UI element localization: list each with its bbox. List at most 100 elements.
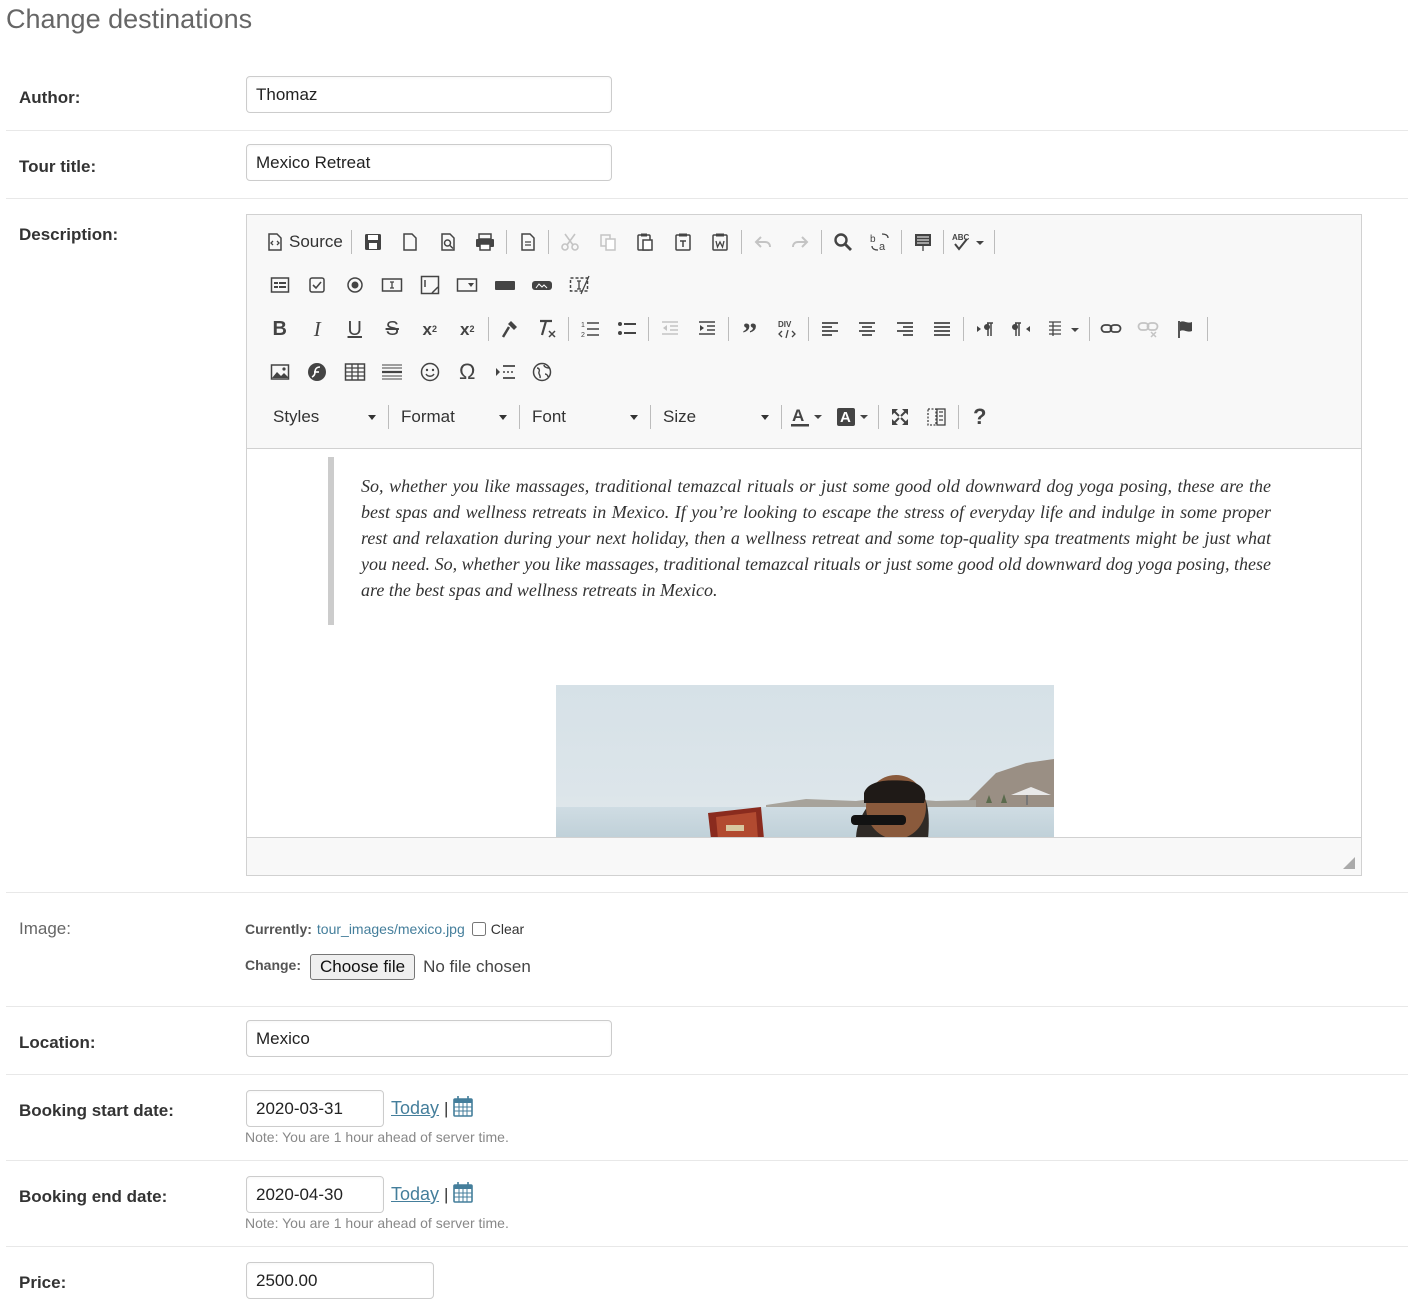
preview-icon[interactable] (429, 227, 467, 257)
styles-dropdown[interactable]: Styles (263, 402, 386, 432)
toolbar-separator (808, 317, 809, 341)
source-icon (268, 233, 282, 251)
size-dropdown[interactable]: Size (653, 402, 779, 432)
special-char-icon[interactable]: Ω (449, 357, 487, 387)
text-field-icon[interactable] (374, 270, 412, 300)
decrease-indent-icon[interactable] (651, 314, 689, 344)
align-left-icon[interactable] (811, 314, 849, 344)
toolbar-separator (958, 405, 959, 429)
text-color-icon[interactable]: A (784, 402, 830, 432)
button-icon[interactable] (486, 270, 524, 300)
booking-start-date-input[interactable] (246, 1090, 384, 1127)
price-input[interactable] (246, 1262, 434, 1299)
templates-icon[interactable] (509, 227, 547, 257)
select-all-icon[interactable] (904, 227, 942, 257)
font-dropdown[interactable]: Font (522, 402, 648, 432)
author-input[interactable] (246, 76, 612, 113)
toolbar-row-1: Source ba ABC (261, 227, 997, 257)
unlink-icon[interactable] (1130, 314, 1168, 344)
select-field-icon[interactable] (449, 270, 487, 300)
help-icon[interactable]: ? (961, 402, 999, 432)
checkbox-icon[interactable] (299, 270, 337, 300)
toolbar-separator (900, 230, 902, 254)
maximize-icon[interactable] (881, 402, 919, 432)
radio-icon[interactable] (336, 270, 374, 300)
clear-checkbox[interactable] (471, 922, 486, 936)
smiley-icon[interactable] (411, 357, 449, 387)
show-blocks-icon[interactable] (919, 402, 957, 432)
find-icon[interactable] (824, 227, 862, 257)
justify-icon[interactable] (924, 314, 962, 344)
toolbar-separator (505, 230, 507, 254)
image-label: Image: (19, 919, 71, 938)
undo-icon[interactable] (744, 227, 782, 257)
italic-icon[interactable]: I (299, 314, 337, 344)
source-label: Source (289, 232, 343, 251)
format-dropdown-label: Format (401, 407, 455, 426)
link-icon[interactable] (1092, 314, 1130, 344)
language-icon[interactable] (1041, 314, 1087, 344)
form-icon[interactable] (261, 270, 299, 300)
svg-text:A: A (840, 409, 851, 426)
today-link[interactable]: Today (391, 1184, 439, 1205)
paste-icon[interactable] (626, 227, 664, 257)
new-page-icon[interactable] (391, 227, 429, 257)
align-right-icon[interactable] (886, 314, 924, 344)
spellcheck-icon[interactable]: ABC (946, 227, 992, 257)
current-image-link[interactable]: tour_images/mexico.jpg (317, 921, 465, 937)
flash-icon[interactable] (299, 357, 337, 387)
remove-format-icon[interactable] (529, 314, 567, 344)
underline-icon[interactable]: U (336, 314, 374, 344)
horizontal-rule-icon[interactable] (374, 357, 412, 387)
rtl-direction-icon[interactable] (1004, 314, 1042, 344)
toolbar-row-5: Styles Format Font Size A A ? (263, 402, 999, 432)
calendar-icon[interactable] (453, 1095, 474, 1122)
bulleted-list-icon[interactable] (609, 314, 647, 344)
subscript-icon[interactable]: x2 (411, 314, 449, 344)
div-container-icon[interactable]: DIV (769, 314, 807, 344)
today-link[interactable]: Today (391, 1098, 439, 1119)
copy-icon[interactable] (589, 227, 627, 257)
resize-grip-icon[interactable] (1343, 857, 1355, 869)
hidden-field-icon[interactable] (561, 270, 599, 300)
print-icon[interactable] (466, 227, 504, 257)
page-break-icon[interactable] (486, 357, 524, 387)
numbered-list-icon[interactable]: 12 (571, 314, 609, 344)
toolbar-separator (781, 405, 782, 429)
content-photo (556, 685, 1054, 837)
strikethrough-icon[interactable]: S (374, 314, 412, 344)
anchor-flag-icon[interactable] (1167, 314, 1205, 344)
source-button[interactable]: Source (261, 227, 349, 257)
image-button-icon[interactable] (524, 270, 562, 300)
superscript-icon[interactable]: x2 (449, 314, 487, 344)
toolbar-separator (388, 405, 389, 429)
iframe-globe-icon[interactable] (524, 357, 562, 387)
redo-icon[interactable] (781, 227, 819, 257)
background-color-icon[interactable]: A (830, 402, 876, 432)
table-icon[interactable] (336, 357, 374, 387)
blockquote-icon[interactable]: ” (731, 314, 769, 349)
booking-end-date-input[interactable] (246, 1176, 384, 1213)
textarea-icon[interactable] (411, 270, 449, 300)
paste-text-icon[interactable] (664, 227, 702, 257)
location-input[interactable] (246, 1020, 612, 1057)
editor-content-area[interactable]: So, whether you like massages, tradition… (247, 448, 1361, 838)
format-dropdown[interactable]: Format (391, 402, 517, 432)
choose-file-button[interactable]: Choose file (310, 954, 416, 980)
page-title: Change destinations (6, 4, 253, 34)
replace-icon[interactable]: ba (861, 227, 899, 257)
toolbar-separator (648, 317, 649, 341)
cut-icon[interactable] (551, 227, 589, 257)
tour-title-input[interactable] (246, 144, 612, 181)
align-center-icon[interactable] (849, 314, 887, 344)
copy-formatting-icon[interactable] (491, 314, 529, 344)
calendar-icon[interactable] (453, 1181, 474, 1208)
save-icon[interactable] (354, 227, 392, 257)
increase-indent-icon[interactable] (689, 314, 727, 344)
booking-end-date-shortcuts: Today | (391, 1181, 474, 1208)
author-label: Author: (19, 88, 81, 107)
paste-word-icon[interactable] (701, 227, 739, 257)
ltr-direction-icon[interactable] (966, 314, 1004, 344)
bold-icon[interactable]: B (261, 314, 299, 344)
image-icon[interactable] (261, 357, 299, 387)
